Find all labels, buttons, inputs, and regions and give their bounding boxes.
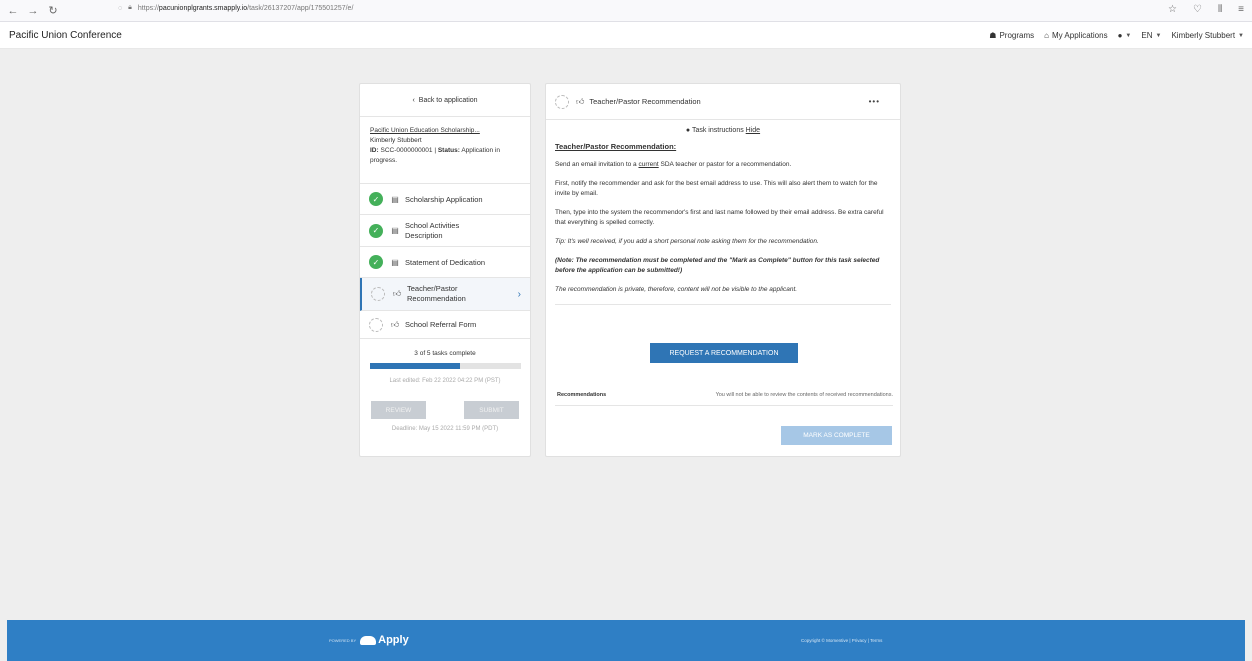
instructions-paragraph: Then, type into the system the recommend… bbox=[555, 209, 884, 226]
document-icon: ▤ bbox=[391, 257, 399, 267]
task-header: 👍︎ Teacher/Pastor Recommendation ••• bbox=[546, 84, 900, 120]
my-applications-link[interactable]: ⌂ My Applications bbox=[1044, 31, 1107, 40]
browser-toolbar: ← → ↻ ◌ 🔒︎ https://pacunionplgrants.smap… bbox=[0, 0, 1252, 22]
menu-icon[interactable]: ≡ bbox=[1238, 4, 1244, 15]
lock-icon: 🔒︎ bbox=[128, 4, 132, 11]
check-icon: ✓ bbox=[369, 192, 383, 206]
request-recommendation-button[interactable]: REQUEST A RECOMMENDATION bbox=[650, 343, 798, 363]
last-edited: Last edited: Feb 22 2022 04:22 PM (PST) bbox=[389, 378, 501, 384]
url-prefix: https:// bbox=[137, 4, 159, 12]
task-label: Scholarship Application bbox=[405, 194, 483, 204]
program-link[interactable]: Pacific Union Education Scholarship... bbox=[370, 126, 520, 136]
incomplete-ring-icon bbox=[555, 94, 569, 109]
task-label: Teacher/Pastor Recommendation bbox=[407, 284, 466, 303]
check-icon: ✓ bbox=[369, 255, 383, 269]
instructions-paragraph: First, notify the recommender and ask fo… bbox=[555, 180, 878, 197]
apply-logo: Apply bbox=[360, 634, 409, 646]
my-applications-label: My Applications bbox=[1051, 31, 1108, 40]
submit-button[interactable]: SUBMIT bbox=[464, 401, 519, 419]
deadline: Deadline: May 15 2022 11:59 PM (PDT) bbox=[391, 426, 499, 432]
thumbs-up-icon: 👍︎ bbox=[576, 96, 585, 106]
powered-by-label: POWERED BY bbox=[329, 637, 357, 643]
progress-section: 3 of 5 tasks complete Last edited: Feb 2… bbox=[360, 350, 530, 432]
incomplete-ring-icon bbox=[369, 317, 383, 332]
document-icon: ▤ bbox=[391, 226, 399, 235]
application-info: Pacific Union Education Scholarship... K… bbox=[360, 117, 530, 184]
chevron-down-icon: ▼ bbox=[1125, 32, 1132, 39]
hide-instructions-link[interactable]: Hide bbox=[746, 127, 760, 134]
instructions-toggle: ● Task instructions Hide bbox=[555, 127, 891, 134]
back-arrow-icon[interactable]: ← bbox=[6, 5, 20, 17]
instructions-paragraph: Send an email invitation to a current SD… bbox=[555, 161, 792, 168]
forward-arrow-icon[interactable]: → bbox=[26, 5, 40, 17]
document-icon: ▤ bbox=[391, 194, 399, 204]
language-dropdown[interactable]: EN ▼ bbox=[1141, 31, 1161, 40]
divider bbox=[555, 304, 891, 305]
shield-icon: ◌ bbox=[118, 4, 123, 12]
check-icon: ✓ bbox=[369, 223, 383, 238]
address-bar[interactable]: ◌ 🔒︎ https://pacunionplgrants.smapply.io… bbox=[118, 4, 353, 12]
sidebar-item-school-referral[interactable]: 👍︎ School Referral Form bbox=[360, 311, 530, 339]
recommendations-note: You will not be able to review the conte… bbox=[715, 391, 893, 398]
library-icon[interactable]: ⫴ bbox=[1218, 4, 1222, 15]
back-to-application-link[interactable]: ‹ Back to application bbox=[360, 84, 530, 117]
chevron-right-icon: › bbox=[517, 288, 521, 300]
task-label: School Activities Description bbox=[405, 220, 460, 240]
sidebar-item-teacher-recommendation[interactable]: 👍︎ Teacher/Pastor Recommendation › bbox=[360, 278, 530, 311]
instructions-privacy: The recommendation is private, therefore… bbox=[555, 286, 798, 293]
bookmark-star-icon[interactable]: ☆ bbox=[1168, 4, 1177, 15]
info-icon: ● bbox=[685, 127, 691, 134]
back-label: Back to application bbox=[418, 96, 478, 104]
sidebar-item-statement-of-dedication[interactable]: ✓ ▤ Statement of Dedication bbox=[360, 247, 530, 278]
copyright[interactable]: Copyright © Momentive | Privacy | Terms bbox=[801, 638, 882, 643]
task-label: School Referral Form bbox=[405, 320, 477, 329]
application-sidebar: ‹ Back to application Pacific Union Educ… bbox=[359, 83, 531, 457]
task-label: Statement of Dedication bbox=[405, 257, 486, 267]
info-icon: ● bbox=[1117, 31, 1123, 40]
review-button[interactable]: REVIEW bbox=[371, 401, 426, 419]
instructions-tip: Tip: It's well received, if you add a sh… bbox=[555, 238, 819, 245]
home-icon: ⌂ bbox=[1044, 31, 1049, 40]
instructions-title: Teacher/Pastor Recommendation: bbox=[555, 142, 677, 151]
help-dropdown[interactable]: ● ▼ bbox=[1118, 31, 1132, 40]
thumbs-up-icon: 👍︎ bbox=[392, 289, 402, 298]
recommendations-row: Recommendations You will not be able to … bbox=[555, 384, 893, 406]
thumbs-up-icon: 👍︎ bbox=[390, 319, 400, 329]
applicant-name: Kimberly Stubbert bbox=[370, 137, 422, 144]
instructions-label: Task instructions bbox=[691, 127, 744, 134]
progress-fill bbox=[369, 363, 461, 369]
people-icon: ☗ bbox=[989, 31, 997, 40]
mark-as-complete-button[interactable]: MARK AS COMPLETE bbox=[781, 426, 892, 445]
chevron-down-icon: ▼ bbox=[1155, 32, 1162, 39]
footer: POWERED BY Apply Copyright © Momentive |… bbox=[7, 620, 1245, 661]
reload-icon[interactable]: ↻ bbox=[46, 4, 60, 17]
url-host: pacunionplgrants.smapply.io bbox=[158, 4, 248, 12]
sidebar-item-school-activities[interactable]: ✓ ▤ School Activities Description bbox=[360, 215, 530, 247]
task-panel: 👍︎ Teacher/Pastor Recommendation ••• ● T… bbox=[545, 83, 901, 457]
app-header: Pacific Union Conference ☗ Programs ⌂ My A… bbox=[0, 22, 1252, 49]
application-status: ID: SCC-0000000001 | Status: Application… bbox=[370, 147, 500, 164]
language-label: EN bbox=[1141, 31, 1153, 40]
chevron-down-icon: ▼ bbox=[1238, 32, 1244, 39]
url-path: /task/26137207/app/175501257/e/ bbox=[247, 4, 354, 12]
more-options-button[interactable]: ••• bbox=[869, 97, 880, 106]
instructions-note: (Note: The recommendation must be comple… bbox=[555, 257, 880, 274]
powered-by: POWERED BY Apply bbox=[329, 634, 409, 646]
chevron-left-icon: ‹ bbox=[412, 96, 415, 104]
task-title: Teacher/Pastor Recommendation bbox=[589, 97, 701, 106]
progress-label: 3 of 5 tasks complete bbox=[414, 350, 476, 357]
programs-label: Programs bbox=[999, 31, 1035, 40]
user-menu[interactable]: Kimberly Stubbert ▼ bbox=[1171, 31, 1244, 40]
user-name: Kimberly Stubbert bbox=[1171, 31, 1236, 40]
programs-link[interactable]: ☗ Programs bbox=[989, 31, 1034, 40]
sidebar-item-scholarship-application[interactable]: ✓ ▤ Scholarship Application bbox=[360, 184, 530, 215]
incomplete-ring-icon bbox=[371, 287, 385, 301]
cloud-logo-icon bbox=[360, 635, 377, 645]
pocket-icon[interactable]: ♡ bbox=[1193, 4, 1202, 15]
org-name[interactable]: Pacific Union Conference bbox=[9, 30, 122, 41]
progress-bar bbox=[369, 363, 521, 369]
recommendations-label: Recommendations bbox=[557, 391, 607, 398]
